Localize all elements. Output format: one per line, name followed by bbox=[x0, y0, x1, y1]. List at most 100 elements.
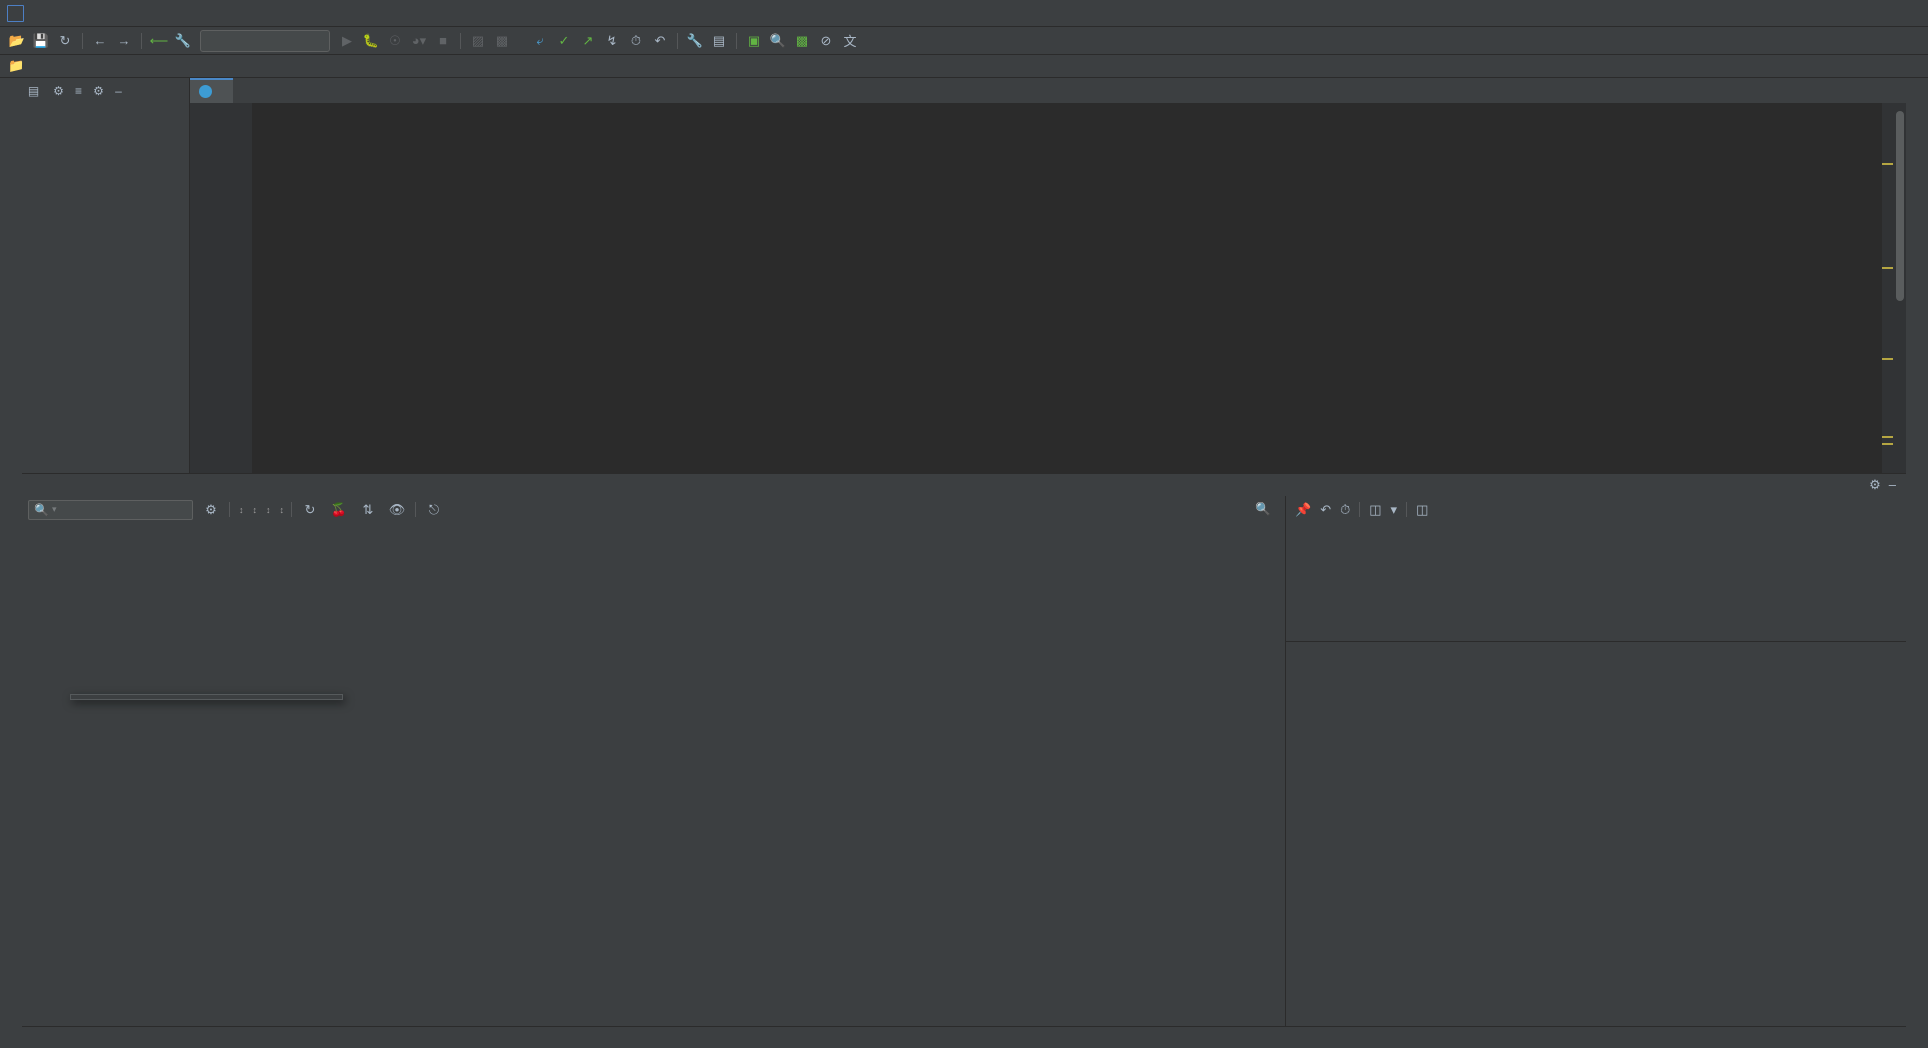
filter-divider bbox=[229, 502, 230, 517]
editor-and-project: ▤ ⚙ ≡ ⚙ – bbox=[22, 78, 1906, 473]
commit-context-menu[interactable] bbox=[70, 694, 343, 700]
forward-icon[interactable]: → bbox=[113, 30, 135, 52]
bottom-tool-window-bar[interactable] bbox=[22, 1026, 1906, 1048]
navigation-bar[interactable]: 📁 bbox=[0, 55, 1928, 78]
editor-viewport[interactable] bbox=[190, 103, 1906, 473]
toolbar-divider bbox=[141, 32, 142, 49]
search-input[interactable]: 🔍 ▾ bbox=[28, 499, 193, 520]
close-button[interactable] bbox=[1886, 0, 1928, 26]
revert-icon[interactable]: ↶ bbox=[1320, 502, 1331, 518]
split-icon[interactable]: ◫ bbox=[1416, 502, 1428, 518]
java-class-icon bbox=[199, 85, 212, 98]
sync-icon[interactable]: ↻ bbox=[54, 30, 76, 52]
translate-icon[interactable]: 文 bbox=[839, 30, 861, 52]
branch-filter[interactable]: ↕ bbox=[237, 505, 244, 515]
commit-details-toolbar[interactable]: 📌 ↶ ⏱ ◫ ▾ ◫ bbox=[1286, 496, 1906, 523]
main-toolbar[interactable]: 📂 💾 ↻ ← → ⟵ 🔧 ▶ 🐛 ☉ ◕▾ ■ ▨ ▩ ⤶ ✓ ↗ ↯ ⏱ ↶… bbox=[0, 27, 1928, 55]
search-icon[interactable]: 🔍 bbox=[1255, 502, 1271, 517]
paths-filter[interactable]: ↕ bbox=[278, 505, 285, 515]
commit-details-body bbox=[1286, 642, 1906, 1026]
back-icon[interactable]: ← bbox=[89, 30, 111, 52]
editor-tab-strip[interactable] bbox=[190, 78, 1906, 103]
version-control-tool-window: ⚙ – 🔍 ▾ ⚙ ↕ ↕ ↕ ↕ ↻ 🍒 ⇅ 👁 ⎋ 🔍 📌 ↶ ⏱ ◫ ▾ … bbox=[22, 473, 1906, 1026]
terminal-icon[interactable]: ▣ bbox=[743, 30, 765, 52]
git-log-right-icons[interactable]: 🔍 bbox=[1255, 502, 1279, 517]
main-body: ▤ ⚙ ≡ ⚙ – ⚙ – 🔍 ▾ ⚙ ↕ ↕ ↕ ↕ ↻ 🍒 ⇅ 👁 ⎋ 🔍 … bbox=[0, 78, 1928, 1048]
run-configuration-selector[interactable] bbox=[200, 29, 330, 52]
toolbar-divider bbox=[736, 32, 737, 49]
profile-icon[interactable]: ◕▾ bbox=[408, 30, 430, 52]
columns-icon[interactable]: ⎋ bbox=[423, 499, 445, 521]
collapse-icon[interactable]: ⚙ bbox=[51, 83, 66, 98]
wrench-small-icon[interactable]: 🔧 bbox=[172, 30, 194, 52]
monitor-icon[interactable]: ▩ bbox=[791, 30, 813, 52]
title-bar bbox=[0, 0, 1928, 27]
history-icon[interactable]: ⏱ bbox=[625, 30, 647, 52]
search-icon: 🔍 bbox=[34, 502, 49, 517]
forbidden-icon[interactable]: ⊘ bbox=[815, 30, 837, 52]
debug-icon[interactable]: 🐛 bbox=[360, 30, 382, 52]
toolbar-divider bbox=[677, 32, 678, 49]
changed-files-tree[interactable] bbox=[1286, 523, 1906, 641]
branch-icon[interactable]: ↯ bbox=[601, 30, 623, 52]
editor-vertical-scrollbar[interactable] bbox=[1894, 103, 1906, 473]
project-tree[interactable] bbox=[22, 103, 189, 473]
filter-icon[interactable]: ▾ bbox=[1391, 502, 1398, 518]
date-filter[interactable]: ↕ bbox=[264, 505, 271, 515]
commit-details-panel: 📌 ↶ ⏱ ◫ ▾ ◫ bbox=[1286, 496, 1906, 1026]
left-tool-window-bar[interactable] bbox=[0, 78, 22, 1048]
project-tool-window[interactable]: ▤ ⚙ ≡ ⚙ – bbox=[22, 78, 190, 473]
clock-icon[interactable]: ⏱ bbox=[1340, 502, 1350, 518]
center-column: ▤ ⚙ ≡ ⚙ – ⚙ – 🔍 ▾ ⚙ ↕ ↕ ↕ ↕ ↻ 🍒 ⇅ 👁 ⎋ 🔍 … bbox=[22, 78, 1906, 1048]
window-controls[interactable] bbox=[1802, 0, 1928, 26]
project-folder-icon: 📁 bbox=[8, 58, 25, 73]
editor-area bbox=[190, 78, 1906, 473]
toolbar-divider bbox=[460, 32, 461, 49]
update-project-icon[interactable]: ⤶ bbox=[529, 30, 551, 52]
cherry-pick-icon[interactable]: 🍒 bbox=[328, 499, 350, 521]
vcs-panel-controls[interactable]: ⚙ – bbox=[1869, 477, 1906, 493]
run-icon[interactable]: ▶ bbox=[336, 30, 358, 52]
git-log-column: 🔍 ▾ ⚙ ↕ ↕ ↕ ↕ ↻ 🍒 ⇅ 👁 ⎋ 🔍 bbox=[22, 496, 1286, 1026]
settings-icon[interactable]: ⚙ bbox=[1869, 477, 1881, 493]
git-log-filter-bar[interactable]: 🔍 ▾ ⚙ ↕ ↕ ↕ ↕ ↻ 🍒 ⇅ 👁 ⎋ 🔍 bbox=[22, 496, 1285, 523]
hide-icon[interactable]: – bbox=[1889, 477, 1896, 493]
stop-icon[interactable]: ■ bbox=[432, 30, 454, 52]
minimize-button[interactable] bbox=[1802, 0, 1844, 26]
commit-icon[interactable]: ✓ bbox=[553, 30, 575, 52]
right-tool-window-bar[interactable] bbox=[1906, 78, 1928, 1048]
eye-icon[interactable]: 👁 bbox=[386, 499, 408, 521]
editor-gutter[interactable] bbox=[190, 103, 252, 473]
diff-icon[interactable]: ◫ bbox=[1369, 502, 1381, 518]
push-icon[interactable]: ↗ bbox=[577, 30, 599, 52]
flatten-icon[interactable]: ≡ bbox=[71, 83, 86, 98]
maximize-button[interactable] bbox=[1844, 0, 1886, 26]
coverage-icon[interactable]: ☉ bbox=[384, 30, 406, 52]
editor-code[interactable] bbox=[252, 103, 1906, 473]
wrench-icon[interactable]: 🔧 bbox=[684, 30, 706, 52]
gear-icon[interactable]: ⚙ bbox=[200, 499, 222, 521]
structure-icon[interactable]: ▤ bbox=[708, 30, 730, 52]
editor-tab-vipusercontroller[interactable] bbox=[190, 78, 233, 103]
git-log-table[interactable] bbox=[22, 523, 1285, 1026]
settings-icon[interactable]: ⚙ bbox=[91, 83, 106, 98]
build-module-icon[interactable]: ▩ bbox=[491, 30, 513, 52]
editor-marker-track[interactable] bbox=[1882, 103, 1894, 473]
undo-arrow-icon[interactable]: ⟵ bbox=[148, 30, 170, 52]
search-everywhere-icon[interactable]: 🔍 bbox=[767, 30, 789, 52]
build-icon[interactable]: ▨ bbox=[467, 30, 489, 52]
scrollbar-thumb[interactable] bbox=[1896, 111, 1904, 301]
open-folder-icon[interactable]: 📂 bbox=[6, 30, 28, 52]
sort-icon[interactable]: ⇅ bbox=[357, 499, 379, 521]
refresh-icon[interactable]: ↻ bbox=[299, 499, 321, 521]
vcs-tab-strip[interactable]: ⚙ – bbox=[22, 474, 1906, 496]
project-panel-header[interactable]: ▤ ⚙ ≡ ⚙ – bbox=[22, 78, 189, 103]
hide-icon[interactable]: – bbox=[111, 83, 126, 98]
vcs-body: 🔍 ▾ ⚙ ↕ ↕ ↕ ↕ ↻ 🍒 ⇅ 👁 ⎋ 🔍 📌 ↶ ⏱ ◫ ▾ ◫ bbox=[22, 496, 1906, 1026]
save-all-icon[interactable]: 💾 bbox=[30, 30, 52, 52]
toolbar-divider bbox=[1406, 502, 1408, 517]
pin-icon[interactable]: 📌 bbox=[1295, 502, 1311, 518]
user-filter[interactable]: ↕ bbox=[251, 505, 258, 515]
toolbar-divider bbox=[82, 32, 83, 49]
rollback-icon[interactable]: ↶ bbox=[649, 30, 671, 52]
